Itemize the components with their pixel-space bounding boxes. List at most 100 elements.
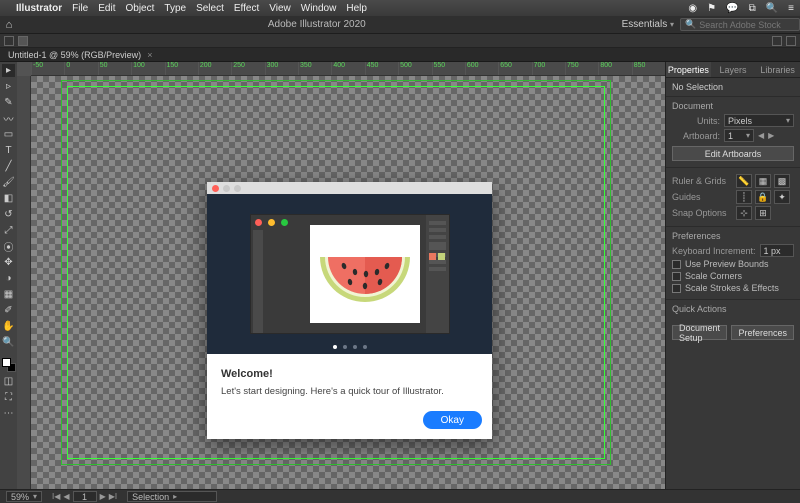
tool-gradient[interactable]: ▦ — [2, 288, 15, 301]
scale-strokes-checkbox[interactable]: Scale Strokes & Effects — [672, 283, 794, 293]
nav-first-icon[interactable]: I◀ — [52, 492, 60, 501]
tool-edit-toolbar[interactable]: ⋯ — [2, 407, 15, 420]
menu-file[interactable]: File — [72, 3, 88, 14]
guides-lock-icon[interactable]: 🔒 — [755, 190, 771, 204]
tool-rotate[interactable]: ↺ — [2, 208, 15, 221]
nav-last-icon[interactable]: ▶I — [109, 492, 117, 501]
tools-panel: ▸ ▹ ✎ 〰 ▭ T ╱ 🖌 ◧ ↺ ⤢ ⦿ ✥ ◑ ▦ ✐ ✋ 🔍 ◫ ⛶ … — [0, 62, 17, 489]
menu-help[interactable]: Help — [346, 3, 367, 14]
document-tab-bar: Untitled-1 @ 59% (RGB/Preview) × — [0, 48, 800, 62]
menu-effect[interactable]: Effect — [234, 3, 259, 14]
tool-pen[interactable]: ✎ — [2, 96, 15, 109]
section-preferences: Preferences — [672, 231, 794, 241]
tool-draw-mode[interactable]: ◫ — [2, 375, 15, 388]
app-title: Adobe Illustrator 2020 — [18, 19, 616, 30]
tool-direct-selection[interactable]: ▹ — [2, 80, 15, 93]
artboard-next-icon[interactable]: ▶ — [768, 131, 774, 140]
menu-window[interactable]: Window — [301, 3, 337, 14]
ctrl-fill-icon[interactable] — [18, 36, 28, 46]
tool-rectangle[interactable]: ▭ — [2, 128, 15, 141]
dialog-body: Let's start designing. Here's a quick to… — [221, 386, 478, 397]
tool-free-transform[interactable]: ✥ — [2, 256, 15, 269]
tool-screen-mode[interactable]: ⛶ — [2, 391, 15, 404]
smart-guides-icon[interactable]: ✦ — [774, 190, 790, 204]
dialog-titlebar[interactable] — [207, 182, 492, 194]
menu-icon[interactable]: ≡ — [788, 3, 794, 14]
guides-visibility-icon[interactable]: ┊ — [736, 190, 752, 204]
tab-layers[interactable]: Layers — [711, 62, 756, 77]
ruler-grids-label: Ruler & Grids — [672, 176, 732, 186]
menu-app[interactable]: Illustrator — [16, 3, 62, 14]
tool-hand[interactable]: ✋ — [2, 320, 15, 333]
mac-menubar: Illustrator File Edit Object Type Select… — [0, 0, 800, 16]
snap-grid-icon[interactable]: ⊞ — [755, 206, 771, 220]
snap-label: Snap Options — [672, 208, 732, 218]
fill-stroke-swatch[interactable] — [2, 358, 16, 372]
tool-selection[interactable]: ▸ — [2, 64, 15, 77]
chat-icon[interactable]: 💬 — [726, 3, 738, 14]
use-preview-bounds-checkbox[interactable]: Use Preview Bounds — [672, 259, 794, 269]
artboard-label: Artboard: — [672, 131, 720, 141]
ruler-toggle-icon[interactable]: 📏 — [736, 174, 752, 188]
scale-corners-checkbox[interactable]: Scale Corners — [672, 271, 794, 281]
document-tab[interactable]: Untitled-1 @ 59% (RGB/Preview) — [8, 50, 141, 60]
edit-artboards-button[interactable]: Edit Artboards — [672, 146, 794, 161]
section-document: Document — [672, 101, 794, 111]
status-info-select[interactable]: Selection▸ — [127, 491, 217, 502]
menu-view[interactable]: View — [269, 3, 291, 14]
hero-mini-app — [250, 214, 450, 334]
close-icon[interactable] — [212, 185, 219, 192]
menu-select[interactable]: Select — [196, 3, 224, 14]
search-icon[interactable]: 🔍 — [766, 3, 778, 14]
control-bar — [0, 34, 800, 48]
home-button[interactable]: ⌂ — [0, 19, 18, 31]
tool-line[interactable]: ╱ — [2, 160, 15, 173]
menu-type[interactable]: Type — [164, 3, 186, 14]
carousel-dots[interactable] — [207, 345, 492, 349]
cc-icon[interactable]: ◉ — [688, 3, 697, 14]
tab-properties[interactable]: Properties — [666, 62, 711, 77]
dot-3[interactable] — [353, 345, 357, 349]
menu-edit[interactable]: Edit — [98, 3, 115, 14]
tool-paintbrush[interactable]: 🖌 — [2, 176, 15, 189]
zoom-select[interactable]: 59%▾ — [6, 491, 42, 502]
dot-2[interactable] — [343, 345, 347, 349]
kb-inc-input[interactable]: 1 px — [760, 244, 794, 257]
tool-eraser[interactable]: ◧ — [2, 192, 15, 205]
tool-shape-builder[interactable]: ◑ — [2, 272, 15, 285]
properties-panel: Properties Layers Libraries No Selection… — [665, 62, 800, 489]
tool-eyedropper[interactable]: ✐ — [2, 304, 15, 317]
preferences-button[interactable]: Preferences — [731, 325, 794, 340]
ctrl-noselection-icon[interactable] — [4, 36, 14, 46]
snap-point-icon[interactable]: ⊹ — [736, 206, 752, 220]
artboard-nav-select[interactable]: 1 — [73, 491, 97, 502]
dialog-hero — [207, 194, 492, 354]
nav-prev-icon[interactable]: ◀ — [63, 492, 69, 501]
document-setup-button[interactable]: Document Setup — [672, 325, 727, 340]
close-tab-icon[interactable]: × — [147, 50, 152, 60]
tool-scale[interactable]: ⤢ — [2, 224, 15, 237]
tool-width[interactable]: ⦿ — [2, 240, 15, 253]
tool-type[interactable]: T — [2, 144, 15, 157]
ctrl-align-icon[interactable] — [772, 36, 782, 46]
tab-libraries[interactable]: Libraries — [755, 62, 800, 77]
stock-search[interactable]: 🔍Search Adobe Stock — [680, 18, 800, 31]
okay-button[interactable]: Okay — [423, 411, 482, 429]
artboard-prev-icon[interactable]: ◀ — [758, 131, 764, 140]
workspace-switcher[interactable]: Essentials ▾ — [616, 19, 680, 30]
modal-overlay: Welcome! Let's start designing. Here's a… — [17, 62, 665, 489]
units-select[interactable]: Pixels▾ — [724, 114, 794, 127]
menu-object[interactable]: Object — [125, 3, 154, 14]
tool-curvature[interactable]: 〰 — [2, 112, 15, 125]
welcome-dialog: Welcome! Let's start designing. Here's a… — [207, 182, 492, 439]
flag-icon[interactable]: ⚑ — [707, 3, 716, 14]
dot-1[interactable] — [333, 345, 337, 349]
screens-icon[interactable]: ⧉ — [749, 3, 756, 14]
artboard-select[interactable]: 1▾ — [724, 129, 754, 142]
tool-zoom[interactable]: 🔍 — [2, 336, 15, 349]
nav-next-icon[interactable]: ▶ — [100, 492, 106, 501]
ctrl-more-icon[interactable] — [786, 36, 796, 46]
grid-toggle-icon[interactable]: ▦ — [755, 174, 771, 188]
dot-4[interactable] — [363, 345, 367, 349]
transparency-grid-icon[interactable]: ▩ — [774, 174, 790, 188]
